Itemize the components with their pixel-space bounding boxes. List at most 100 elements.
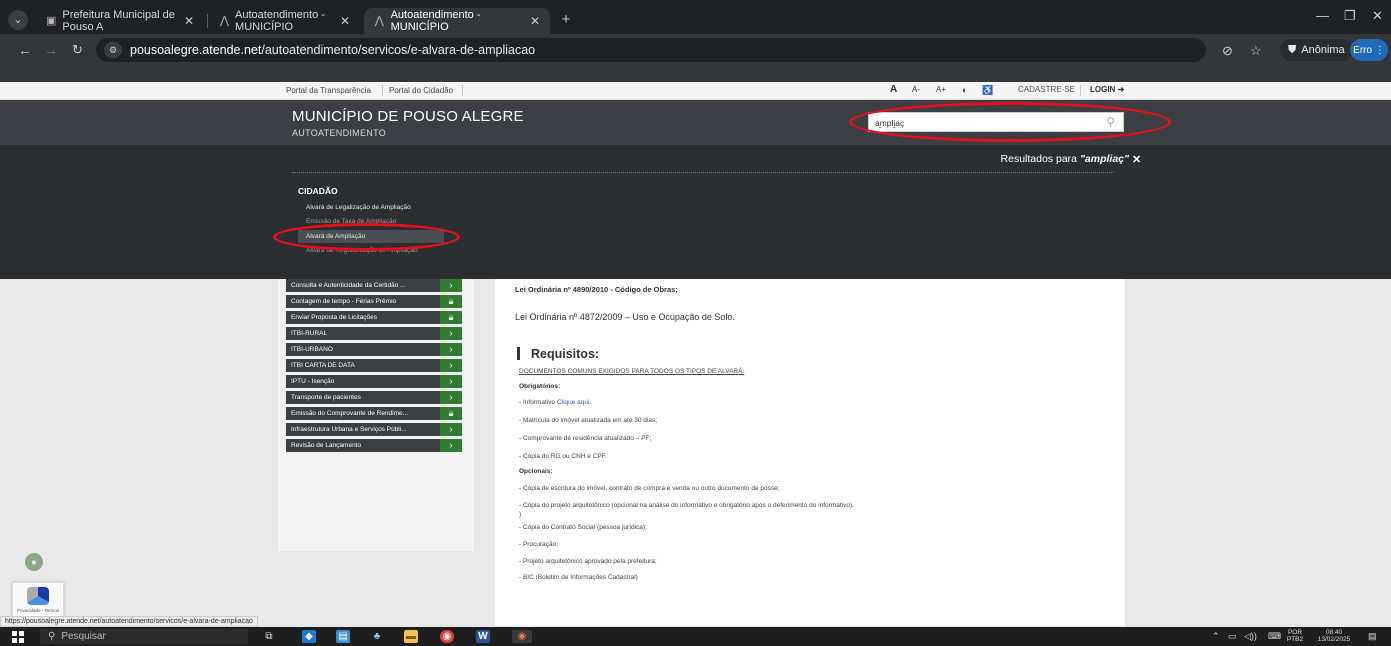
copilot-icon[interactable]: ◆: [302, 630, 316, 643]
site-title[interactable]: MUNICÍPIO DE POUSO ALEGRE: [292, 108, 524, 125]
minimize-icon[interactable]: —: [1316, 8, 1329, 23]
chevron-right-icon: ›: [440, 423, 462, 436]
site-logo-icon: ⋀: [220, 15, 230, 27]
font-increase-button[interactable]: A+: [936, 85, 946, 94]
tab-prefeitura[interactable]: ▣ Prefeitura Municipal de Pouso A ✕: [36, 8, 204, 34]
restore-icon[interactable]: ❐: [1344, 8, 1356, 24]
cookie-icon[interactable]: ●: [25, 553, 43, 571]
requirement-item: - Procuração;: [519, 541, 559, 548]
requirement-item: - Informativo Clique aqui.: [519, 399, 592, 406]
accessibility-icon[interactable]: ♿: [982, 85, 993, 96]
site-header: MUNICÍPIO DE POUSO ALEGRE AUTOATENDIMENT…: [0, 100, 1391, 145]
sidebar-item[interactable]: Transporte de pacientes ›: [286, 391, 462, 404]
tray-chevron-icon[interactable]: ⌃: [1212, 631, 1220, 642]
incognito-badge[interactable]: ⛊ Anônima: [1280, 39, 1353, 61]
chevron-right-icon: ›: [440, 359, 462, 372]
contrast-icon[interactable]: ◐: [962, 85, 967, 95]
requirement-item: - Cópia de escritura do imóvel, contrato…: [519, 485, 780, 492]
login-link[interactable]: LOGIN ➜: [1090, 85, 1124, 94]
site-favicon-icon: ▣: [46, 15, 57, 27]
login-icon: ➜: [1117, 85, 1125, 94]
new-tab-button[interactable]: +: [556, 10, 576, 30]
address-url: pousoalegre.atende.net/autoatendimento/s…: [130, 43, 536, 57]
top-links-strip: Portal da Transparência Portal do Cidadã…: [0, 82, 1391, 100]
browser-toolbar: ← → ↻ ⚙ pousoalegre.atende.net/autoatend…: [0, 34, 1391, 66]
close-icon[interactable]: ✕: [530, 14, 540, 28]
close-icon[interactable]: ✕: [184, 14, 194, 28]
volume-icon[interactable]: ◁)): [1244, 631, 1257, 642]
results-close-icon[interactable]: ✕: [1132, 153, 1141, 166]
link-portal-cidadao[interactable]: Portal do Cidadão: [389, 86, 453, 95]
site-subtitle: AUTOATENDIMENTO: [292, 128, 387, 138]
profile-error-button[interactable]: Erro ⋮: [1350, 39, 1388, 61]
sidebar-item[interactable]: ITBI CARTA DE DATA ›: [286, 359, 462, 372]
windows-start-icon[interactable]: [12, 631, 24, 643]
requirement-item: - Projeto arquitetônico aprovado pela pr…: [519, 558, 657, 565]
register-link[interactable]: CADASTRE-SE: [1018, 85, 1075, 94]
lock-icon: 🔒︎: [440, 295, 462, 308]
tab-autoatendimento-1[interactable]: ⋀ Autoatendimento - MUNICÍPIO ✕: [210, 8, 360, 34]
optional-label: Opcionais:: [519, 468, 553, 475]
reload-icon[interactable]: ↻: [72, 42, 83, 58]
windows-taskbar: ⚲ Pesquisar ⧉ ◆ ▤ ♣ ▬ ◉ W ◉ ⌃ ▭ ◁)) ⌨ POR…: [0, 627, 1391, 646]
notification-icon[interactable]: ▤: [1368, 631, 1377, 642]
law-text: Lei Ordinária nº 4890/2010 - Código de O…: [515, 285, 678, 294]
font-default-button[interactable]: A: [890, 84, 897, 95]
task-view-icon[interactable]: ⧉: [262, 630, 276, 643]
keyboard-icon[interactable]: ⌨: [1268, 631, 1281, 642]
language-indicator[interactable]: POR PTB2: [1284, 629, 1306, 643]
incognito-icon: ⛊: [1288, 43, 1297, 56]
docs-heading: DOCUMENTOS COMUNS EXIGIDOS PARA TODOS OS…: [519, 368, 745, 375]
bookmark-star-icon[interactable]: ☆: [1250, 43, 1262, 59]
service-content: Lei Ordinária nº 4890/2010 - Código de O…: [495, 279, 1125, 626]
font-decrease-button[interactable]: A-: [912, 85, 920, 94]
sidebar-item[interactable]: Consulta e Autenticidade da Certidão ...…: [286, 279, 462, 292]
taskbar-search[interactable]: ⚲ Pesquisar: [40, 629, 248, 644]
sidebar-item[interactable]: Contagem de tempo - Férias Prêmio 🔒︎: [286, 295, 462, 308]
sidebar-item[interactable]: Revisão de Lançamento ›: [286, 439, 462, 452]
tab-search-chevron-icon[interactable]: ⌄: [8, 10, 28, 30]
search-icon: ⚲: [48, 631, 56, 642]
search-results-panel: Resultados para "ampliaç" ✕ CIDADÃO Alva…: [0, 145, 1391, 279]
word-icon[interactable]: W: [476, 630, 490, 643]
requirement-item: - Cópia do projeto arquitetônico (opcion…: [519, 502, 854, 509]
requirement-item: - BIC (Boletim de Informações Cadastral): [519, 574, 638, 581]
tab-autoatendimento-active[interactable]: ⋀ Autoatendimento - MUNICÍPIO ✕: [364, 8, 550, 34]
recaptcha-badge[interactable]: Privacidade - Termos: [12, 582, 64, 618]
forward-icon[interactable]: →: [44, 42, 58, 58]
sidebar-item[interactable]: ITBI-RURAL ›: [286, 327, 462, 340]
lock-icon: 🔒︎: [440, 311, 462, 324]
window-close-icon[interactable]: ✕: [1372, 8, 1383, 24]
chrome-icon[interactable]: ◉: [440, 630, 454, 643]
store-icon[interactable]: ▤: [336, 630, 350, 643]
close-icon[interactable]: ✕: [340, 14, 350, 28]
web-page: Portal da Transparência Portal do Cidadã…: [0, 82, 1391, 626]
sidebar-item[interactable]: ITBI-URBANO ›: [286, 343, 462, 356]
annotation-ring-search: [849, 102, 1171, 142]
sidebar-item[interactable]: Infraestrutura Urbana e Serviços Públi..…: [286, 423, 462, 436]
clock[interactable]: 08:40 13/02/2025: [1312, 629, 1356, 643]
site-info-icon[interactable]: ⚙: [104, 42, 122, 58]
browser-tab-bar: ⌄ ▣ Prefeitura Municipal de Pouso A ✕ ⋀ …: [0, 0, 1391, 34]
file-explorer-icon[interactable]: ▬: [404, 630, 418, 643]
mandatory-label: Obrigatórios:: [519, 383, 561, 390]
law-text: Lei Ordinária nº 4872/2009 – Uso e Ocupa…: [515, 312, 735, 322]
lock-icon: 🔒︎: [440, 407, 462, 420]
network-app-icon[interactable]: ♣: [370, 630, 384, 643]
address-bar[interactable]: ⚙ pousoalegre.atende.net/autoatendimento…: [96, 38, 1206, 62]
chrome-active-icon[interactable]: ◉: [512, 630, 532, 643]
result-item[interactable]: Alvará de Legalização de Ampliação: [298, 201, 444, 214]
sidebar-item[interactable]: Emissão do Comprovante de Rendime... 🔒︎: [286, 407, 462, 420]
eye-off-icon[interactable]: ⊘: [1222, 43, 1233, 59]
back-icon[interactable]: ←: [18, 42, 32, 58]
chevron-right-icon: ›: [440, 343, 462, 356]
sidebar-item[interactable]: Enviar Proposta de Licitações 🔒︎: [286, 311, 462, 324]
requirement-item: - Cópia do Contrato Social (pessoa juríd…: [519, 524, 647, 531]
requirement-item: - Matrícula do imóvel atualizada em até …: [519, 417, 658, 424]
network-icon[interactable]: ▭: [1228, 631, 1237, 642]
sidebar-item[interactable]: IPTU - Isenção ›: [286, 375, 462, 388]
link-transparencia[interactable]: Portal da Transparência: [286, 86, 371, 95]
informativo-link[interactable]: Clique aqui.: [557, 399, 591, 406]
requirements-title: Requisitos:: [531, 347, 600, 361]
chevron-right-icon: ›: [440, 327, 462, 340]
